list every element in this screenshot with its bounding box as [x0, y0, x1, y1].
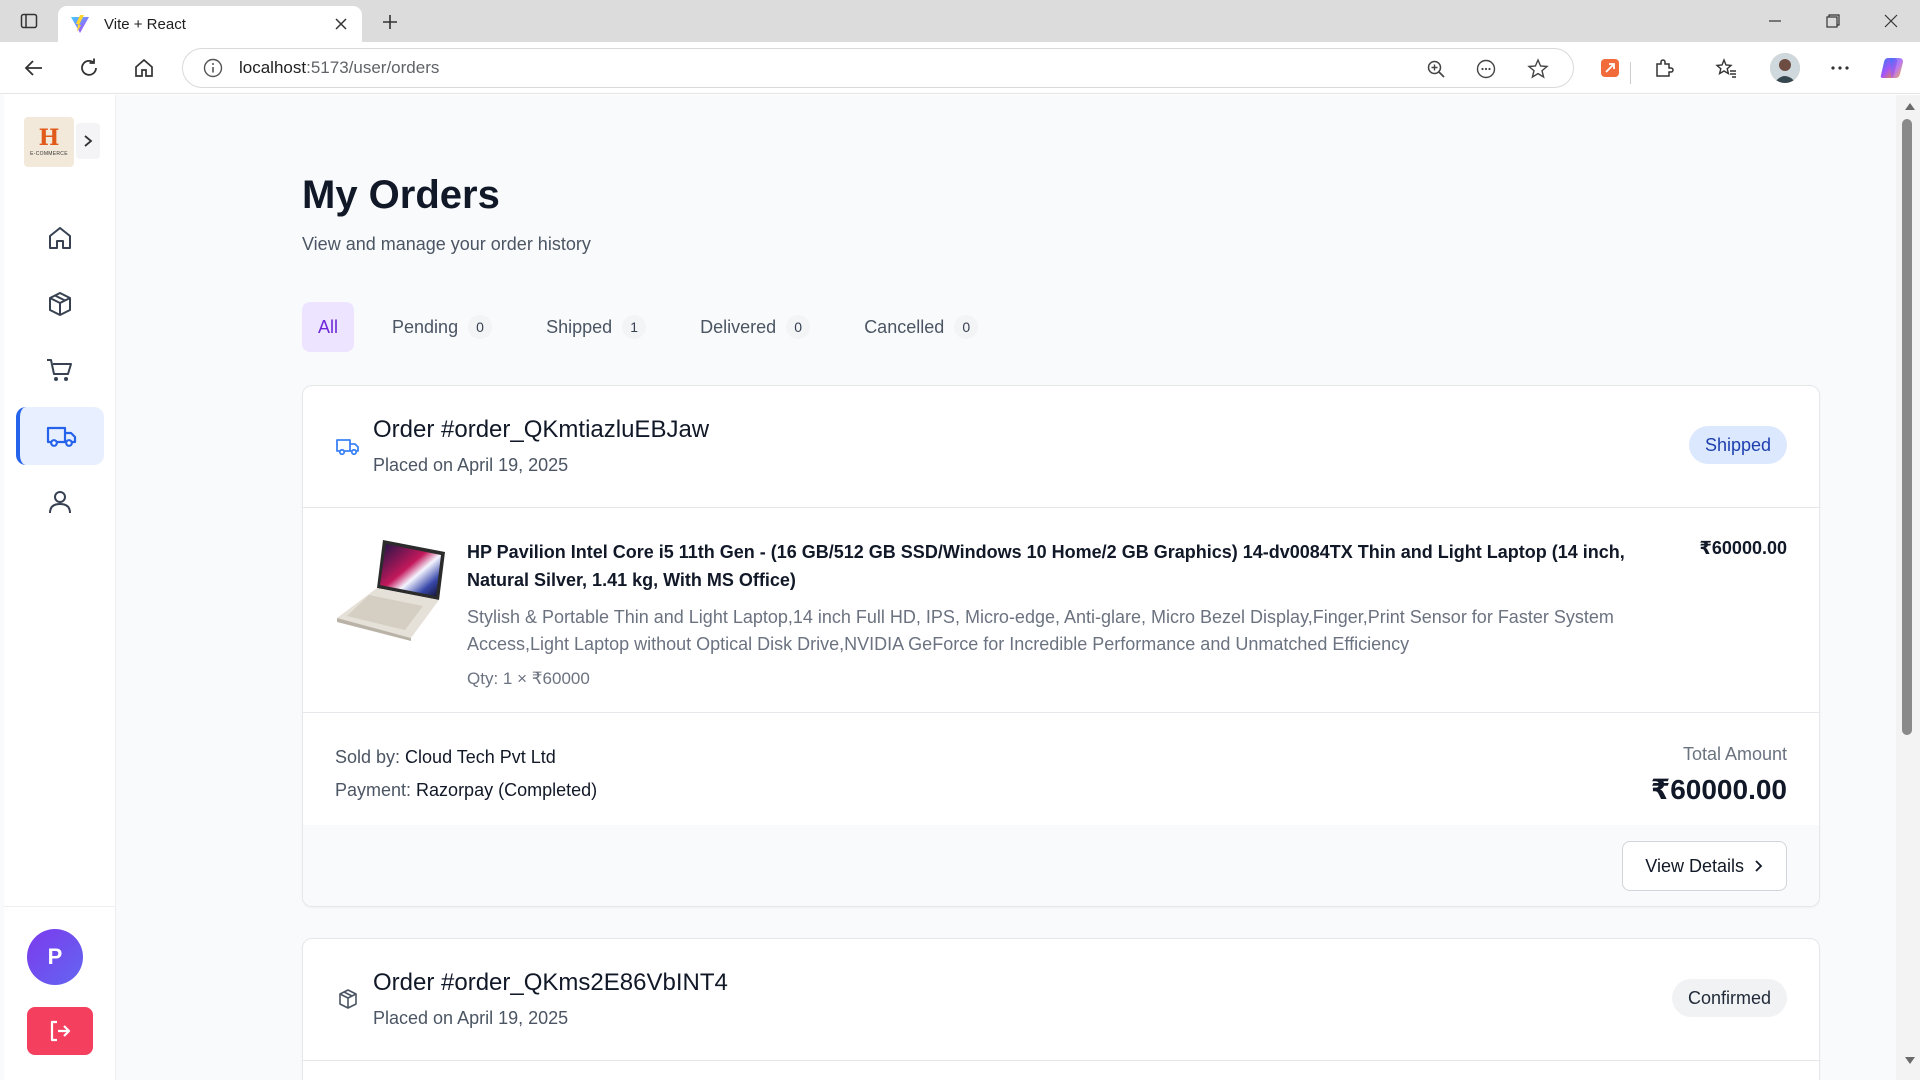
zoom-icon[interactable] — [1423, 56, 1449, 82]
url-path: :5173/user/orders — [306, 58, 440, 77]
scroll-down-arrow-icon[interactable] — [1905, 1057, 1915, 1064]
tab-label: Cancelled — [864, 316, 945, 337]
payment-method: Razorpay (Completed) — [416, 780, 598, 800]
total-amount-label: Total Amount — [1682, 744, 1787, 764]
order-card-header: Order #order_QKms2E86VbINT4 Placed on Ap… — [303, 939, 1819, 1061]
expand-sidebar-button[interactable] — [76, 123, 100, 159]
tab-delivered[interactable]: Delivered 0 — [684, 302, 826, 352]
sidebar-item-cart[interactable] — [16, 341, 104, 399]
page-title: My Orders — [302, 173, 500, 217]
minimize-icon[interactable] — [1762, 8, 1788, 34]
chevron-right-icon — [1755, 860, 1763, 872]
page-subtitle: View and manage your order history — [302, 234, 591, 254]
tab-actions-icon[interactable] — [18, 10, 40, 32]
view-details-button[interactable]: View Details — [1622, 841, 1787, 891]
tab-count-badge: 0 — [954, 315, 979, 339]
browser-profile-icon[interactable] — [1770, 53, 1800, 83]
sidebar-item-profile[interactable] — [16, 473, 104, 531]
truck-icon — [335, 434, 361, 460]
sidebar-item-orders[interactable] — [16, 407, 104, 465]
back-icon[interactable] — [20, 54, 48, 82]
logo-caption: E-COMMERCE — [30, 151, 68, 157]
tab-shipped[interactable]: Shipped 1 — [530, 302, 662, 352]
scroll-up-arrow-icon[interactable] — [1905, 103, 1915, 110]
tab-cancelled[interactable]: Cancelled 0 — [848, 302, 994, 352]
tab-label: Shipped — [546, 316, 613, 337]
tab-label: Delivered — [700, 316, 777, 337]
order-date: Placed on April 19, 2025 — [373, 455, 569, 475]
sold-by-label: Sold by: — [335, 747, 406, 767]
browser-tab[interactable]: Vite + React — [58, 6, 362, 42]
order-card: Order #order_QKms2E86VbINT4 Placed on Ap… — [302, 938, 1820, 1080]
sidebar-item-products[interactable] — [16, 275, 104, 333]
tab-count-badge: 0 — [468, 315, 493, 339]
seller-name: Cloud Tech Pvt Ltd — [405, 747, 556, 767]
address-bar[interactable]: localhost:5173/user/orders — [182, 48, 1574, 88]
payment-info: Payment: Razorpay (Completed) — [335, 780, 597, 801]
home-browser-icon[interactable] — [130, 54, 158, 82]
item-quantity: Qty: 1 × ₹60000 — [467, 669, 590, 688]
logo-letter: H — [38, 125, 60, 151]
order-id: Order #order_QKms2E86VbINT4 — [373, 969, 728, 996]
cart-icon — [47, 359, 72, 381]
status-badge: Confirmed — [1671, 979, 1787, 1017]
order-id: Order #order_QKmtiazluEBJaw — [373, 416, 710, 443]
tab-label: Pending — [392, 316, 459, 337]
product-name[interactable]: HP Pavilion Intel Core i5 11th Gen - (16… — [467, 538, 1647, 594]
reload-icon[interactable] — [75, 54, 103, 82]
product-description: Stylish & Portable Thin and Light Laptop… — [467, 607, 1614, 654]
item-price: ₹60000.00 — [1699, 538, 1787, 558]
order-card-footer: View Details — [303, 825, 1819, 906]
total-amount: ₹60000.00 — [1650, 774, 1787, 805]
payment-label: Payment: — [335, 780, 417, 800]
order-card: Order #order_QKmtiazluEBJaw Placed on Ap… — [302, 385, 1820, 907]
status-badge: Shipped — [1688, 426, 1787, 464]
order-summary: Sold by: Cloud Tech Pvt Ltd Payment: Raz… — [303, 713, 1819, 825]
store-logo[interactable]: H E-COMMERCE — [24, 117, 74, 167]
app-content: H E-COMMERCE P My Orders View and manage… — [0, 95, 1920, 1080]
package-icon — [49, 292, 71, 316]
logout-icon — [50, 1020, 71, 1042]
close-tab-icon[interactable] — [332, 15, 350, 33]
more-options-icon[interactable] — [1826, 54, 1854, 82]
app-sidebar: H E-COMMERCE P — [4, 95, 116, 1080]
vite-favicon-icon — [70, 14, 90, 34]
order-card-header: Order #order_QKmtiazluEBJaw Placed on Ap… — [303, 386, 1819, 508]
copilot-icon[interactable] — [1878, 54, 1906, 82]
home-icon — [49, 227, 71, 249]
site-info-icon[interactable] — [201, 56, 225, 80]
view-details-label: View Details — [1645, 855, 1744, 876]
logout-button[interactable] — [27, 1007, 93, 1055]
truck-icon — [46, 426, 77, 447]
extensions-puzzle-icon[interactable] — [1650, 54, 1678, 82]
product-image[interactable] — [335, 538, 449, 642]
favorite-star-icon[interactable] — [1525, 56, 1551, 82]
extension-orange-icon[interactable] — [1596, 54, 1624, 82]
order-filter-tabs: All Pending 0 Shipped 1 Delivered 0 Canc… — [302, 302, 1016, 352]
toolbar-divider — [1630, 62, 1631, 84]
sidebar-divider — [4, 906, 116, 907]
order-date: Placed on April 19, 2025 — [373, 1008, 569, 1028]
tab-label: All — [318, 316, 339, 337]
restore-icon[interactable] — [1820, 8, 1846, 34]
tab-count-badge: 0 — [786, 315, 811, 339]
tab-all[interactable]: All — [302, 302, 355, 352]
avatar[interactable]: P — [27, 929, 83, 985]
reading-mode-icon[interactable] — [1473, 56, 1499, 82]
package-icon — [335, 986, 361, 1012]
tab-count-badge: 1 — [622, 315, 647, 339]
tab-pending[interactable]: Pending 0 — [376, 302, 508, 352]
order-item: HP Pavilion Intel Core i5 11th Gen - (16… — [303, 508, 1819, 713]
browser-toolbar: localhost:5173/user/orders — [0, 42, 1920, 94]
close-window-icon[interactable] — [1878, 8, 1904, 34]
new-tab-icon[interactable] — [378, 10, 402, 34]
tab-title: Vite + React — [104, 15, 186, 33]
browser-titlebar: Vite + React — [0, 0, 1920, 42]
favorites-icon[interactable] — [1712, 54, 1740, 82]
sidebar-item-home[interactable] — [16, 209, 104, 267]
user-icon — [49, 491, 71, 514]
url-host: localhost — [239, 58, 307, 77]
sold-by: Sold by: Cloud Tech Pvt Ltd — [335, 747, 556, 768]
scrollbar-thumb[interactable] — [1902, 119, 1912, 735]
